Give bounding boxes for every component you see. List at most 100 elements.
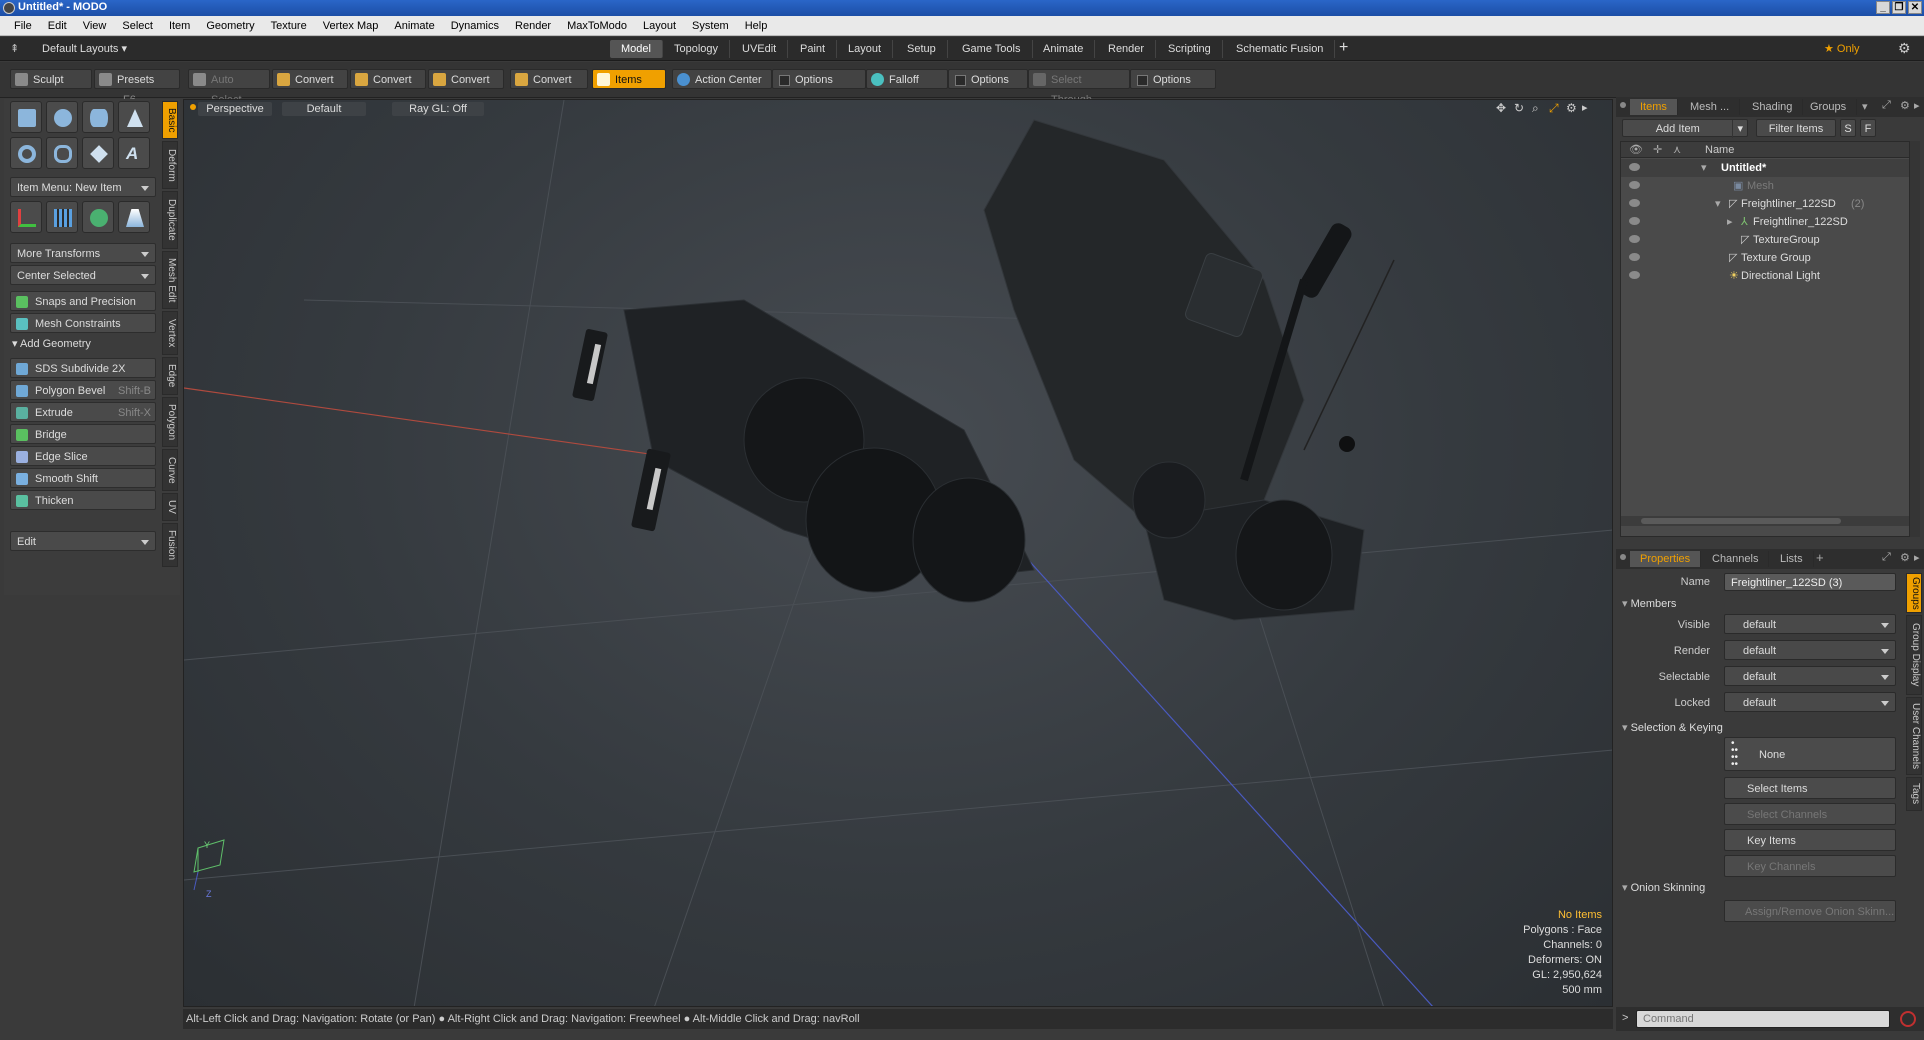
vtab-vertex[interactable]: Vertex	[162, 311, 178, 355]
only-toggle[interactable]: ★ Only	[1824, 42, 1860, 55]
mesh-constraints-button[interactable]: Mesh Constraints	[10, 313, 156, 333]
eye-icon[interactable]: 👁	[1629, 143, 1643, 156]
cylinder-tool-button[interactable]	[82, 101, 114, 133]
record-icon[interactable]	[1900, 1011, 1916, 1027]
column-name[interactable]: Name	[1705, 144, 1734, 156]
render-dropdown[interactable]: default	[1724, 640, 1896, 660]
thicken-button[interactable]: Thicken	[10, 490, 156, 510]
add-tab-button[interactable]: +	[1816, 550, 1824, 565]
tab-groups[interactable]: Groups	[1800, 99, 1858, 115]
tab-topology[interactable]: Topology	[663, 40, 731, 58]
key-items-button[interactable]: Key Items	[1724, 829, 1896, 851]
checkbox[interactable]	[955, 74, 966, 86]
locked-dropdown[interactable]: default	[1724, 692, 1896, 712]
gear-icon[interactable]: ⚙	[1566, 101, 1577, 115]
vtab-polygon[interactable]: Polygon	[162, 397, 178, 447]
tree-row[interactable]: ▾ Untitled*	[1621, 159, 1909, 177]
add-geometry-header[interactable]: ▾ Add Geometry	[12, 337, 91, 350]
key-channels-button[interactable]: Key Channels	[1724, 855, 1896, 877]
chevron-down-icon[interactable]: ▾	[1862, 100, 1868, 113]
eye-icon[interactable]	[1629, 253, 1640, 261]
action-center-button[interactable]: Action Center	[672, 69, 772, 89]
menu-layout[interactable]: Layout	[635, 16, 684, 36]
gear-icon[interactable]: ⚙	[1898, 40, 1911, 57]
select-through-button[interactable]: Select Through	[1028, 69, 1130, 106]
add-item-button[interactable]: Add Item ▾	[1622, 119, 1748, 138]
tab-model[interactable]: Model	[610, 40, 663, 58]
eye-icon[interactable]	[1629, 199, 1640, 207]
grid-tool-button[interactable]	[46, 201, 78, 233]
smooth-shift-button[interactable]: Smooth Shift	[10, 468, 156, 488]
menu-help[interactable]: Help	[737, 16, 776, 36]
visible-dropdown[interactable]: default	[1724, 614, 1896, 634]
pin-icon[interactable]: ⇞	[10, 42, 19, 55]
menu-view[interactable]: View	[75, 16, 115, 36]
viewport-menu-icon[interactable]	[190, 104, 196, 110]
tab-properties[interactable]: Properties	[1630, 551, 1702, 567]
tab-items[interactable]: Items	[1630, 99, 1678, 115]
falloff-button[interactable]: Falloff	[866, 69, 948, 89]
zoom-icon[interactable]: ⌕	[1532, 101, 1539, 116]
maximize-icon[interactable]: ⤢	[1882, 99, 1891, 112]
tree-row[interactable]: ▣ Mesh	[1621, 177, 1909, 195]
panel-menu-icon[interactable]	[1620, 554, 1626, 560]
menu-edit[interactable]: Edit	[40, 16, 75, 36]
checkbox[interactable]	[1137, 74, 1148, 86]
eye-icon[interactable]	[1629, 271, 1640, 279]
eye-icon[interactable]	[1629, 217, 1640, 225]
horizontal-scrollbar[interactable]	[1621, 516, 1909, 526]
checkbox[interactable]	[779, 74, 790, 86]
extrude-button[interactable]: Extrude Shift-X	[10, 402, 156, 422]
convert-polygons-button[interactable]: Convert	[428, 69, 504, 89]
fit-icon[interactable]: ⤢	[1549, 101, 1559, 116]
chevron-right-icon[interactable]: ▸	[1727, 213, 1733, 231]
convert-vertices-button[interactable]: Convert	[272, 69, 348, 89]
assign-onion-button[interactable]: Assign/Remove Onion Skinn...	[1724, 900, 1896, 922]
shading-button[interactable]: Default	[282, 102, 366, 116]
snaps-precision-button[interactable]: Snaps and Precision	[10, 291, 156, 311]
auto-select-button[interactable]: Auto Select	[188, 69, 270, 106]
vtab-mesh-edit[interactable]: Mesh Edit	[162, 251, 178, 309]
menu-texture[interactable]: Texture	[263, 16, 315, 36]
tree-row[interactable]: ☀ Directional Light	[1621, 267, 1909, 285]
command-input[interactable]	[1636, 1010, 1890, 1028]
items-mode-button[interactable]: Items	[592, 69, 666, 89]
vtab-uv[interactable]: UV	[162, 493, 178, 521]
sculpt-button[interactable]: Sculpt	[10, 69, 92, 89]
vertical-scrollbar[interactable]	[1910, 141, 1920, 537]
menu-system[interactable]: System	[684, 16, 737, 36]
menu-item[interactable]: Item	[161, 16, 198, 36]
perspective-tool-button[interactable]	[118, 201, 150, 233]
none-button[interactable]: • •• •• •• None	[1724, 737, 1896, 771]
3d-viewport[interactable]: Y Z Perspective Default Ray GL: Off ✥ ↻ …	[183, 99, 1613, 1007]
text-tool-button[interactable]: A	[118, 137, 150, 169]
expand-arrow-icon[interactable]: ▸	[1582, 101, 1588, 114]
eye-icon[interactable]	[1629, 181, 1640, 189]
vtab-basic[interactable]: Basic	[162, 101, 178, 139]
select-items-button[interactable]: Select Items	[1724, 777, 1896, 799]
tab-layout[interactable]: Layout	[837, 40, 894, 58]
gear-icon[interactable]: ⚙	[1900, 99, 1910, 112]
vtab-groups[interactable]: Groups	[1906, 573, 1922, 613]
expand-arrow-icon[interactable]: ▸	[1914, 551, 1920, 564]
f-toggle[interactable]: F	[1860, 119, 1876, 137]
cone-tool-button[interactable]	[118, 101, 150, 133]
vtab-user-channels[interactable]: User Channels	[1906, 697, 1922, 775]
transform-tool-button[interactable]	[10, 201, 42, 233]
panel-menu-icon[interactable]	[1620, 102, 1626, 108]
bridge-button[interactable]: Bridge	[10, 424, 156, 444]
expand-arrow-icon[interactable]: ▸	[1914, 99, 1920, 112]
chevron-down-icon[interactable]: ▾	[1701, 159, 1707, 177]
gear-icon[interactable]: ⚙	[1900, 551, 1910, 564]
menu-select[interactable]: Select	[114, 16, 161, 36]
tab-render[interactable]: Render	[1097, 40, 1157, 58]
tree-row[interactable]: ◸ Texture Group	[1621, 249, 1909, 267]
tab-scripting[interactable]: Scripting	[1157, 40, 1223, 58]
torus-tool-button[interactable]	[10, 137, 42, 169]
pan-icon[interactable]: ✥	[1496, 101, 1506, 115]
vtab-duplicate[interactable]: Duplicate	[162, 191, 178, 249]
select-through-options[interactable]: Options	[1130, 69, 1216, 89]
vtab-curve[interactable]: Curve	[162, 449, 178, 491]
default-layouts-dropdown[interactable]: Default Layouts ▾	[42, 42, 127, 55]
polygon-bevel-button[interactable]: Polygon Bevel Shift-B	[10, 380, 156, 400]
